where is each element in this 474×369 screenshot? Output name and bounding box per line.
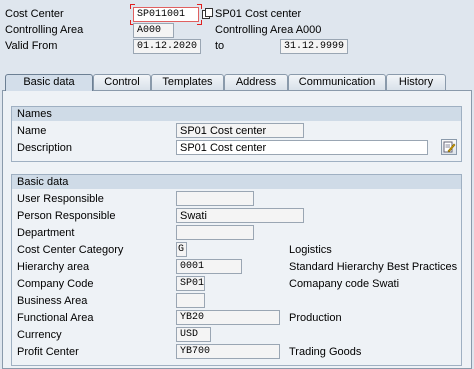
basic-data-group-title: Basic data [12, 175, 461, 189]
user-responsible-input[interactable] [176, 191, 254, 206]
functional-area-description: Production [289, 312, 342, 324]
hierarchy-area-input[interactable]: 0001 [176, 259, 242, 274]
valid-to-label: to [215, 40, 225, 52]
tab-templates[interactable]: Templates [151, 74, 224, 90]
description-input[interactable]: SP01 Cost center [176, 140, 428, 155]
name-input[interactable]: SP01 Cost center [176, 123, 304, 138]
company-code-input[interactable]: SP01 [176, 276, 205, 291]
hierarchy-area-label: Hierarchy area [17, 261, 90, 273]
person-responsible-input[interactable]: Swati [176, 208, 304, 223]
hierarchy-area-description: Standard Hierarchy Best Practices [289, 261, 458, 273]
valid-to-input[interactable]: 31.12.9999 [280, 39, 348, 54]
edit-text-icon[interactable] [441, 139, 457, 155]
business-area-label: Business Area [17, 295, 88, 307]
profit-center-description: Trading Goods [289, 346, 362, 358]
business-area-input[interactable] [176, 293, 205, 308]
department-input[interactable] [176, 225, 254, 240]
focus-corner-br [197, 20, 202, 25]
user-responsible-label: User Responsible [17, 193, 104, 205]
profit-center-input[interactable]: YB700 [176, 344, 280, 359]
copy-icon[interactable] [202, 8, 213, 19]
cost-center-description: SP01 Cost center [215, 8, 302, 20]
person-responsible-label: Person Responsible [17, 210, 116, 222]
valid-from-input[interactable]: 01.12.2020 [133, 39, 201, 54]
company-code-label: Company Code [17, 278, 94, 290]
company-code-description: Comapany code Swati [289, 278, 400, 290]
currency-input[interactable]: USD [176, 327, 211, 342]
tab-history[interactable]: History [386, 74, 446, 90]
cost-center-category-label: Cost Center Category [17, 244, 124, 256]
controlling-area-description: Controlling Area A000 [215, 24, 322, 36]
tab-communication[interactable]: Communication [288, 74, 386, 90]
name-label: Name [17, 125, 47, 137]
controlling-area-label: Controlling Area [5, 24, 84, 36]
valid-from-label: Valid From [5, 40, 58, 52]
tab-basic-data[interactable]: Basic data [5, 74, 93, 91]
focus-corner-tl [130, 4, 135, 9]
description-label: Description [17, 142, 73, 154]
cost-center-category-input[interactable]: G [176, 242, 187, 257]
functional-area-input[interactable]: YB20 [176, 310, 280, 325]
tab-control[interactable]: Control [93, 74, 151, 90]
tab-address[interactable]: Address [224, 74, 288, 90]
names-group-title: Names [12, 107, 461, 121]
functional-area-label: Functional Area [17, 312, 94, 324]
currency-label: Currency [17, 329, 62, 341]
cost-center-label: Cost Center [5, 8, 64, 20]
controlling-area-input[interactable]: A000 [133, 23, 174, 38]
cost-center-category-description: Logistics [289, 244, 332, 256]
cost-center-input[interactable]: SP011001 [133, 7, 199, 22]
profit-center-label: Profit Center [17, 346, 79, 358]
department-label: Department [17, 227, 75, 239]
